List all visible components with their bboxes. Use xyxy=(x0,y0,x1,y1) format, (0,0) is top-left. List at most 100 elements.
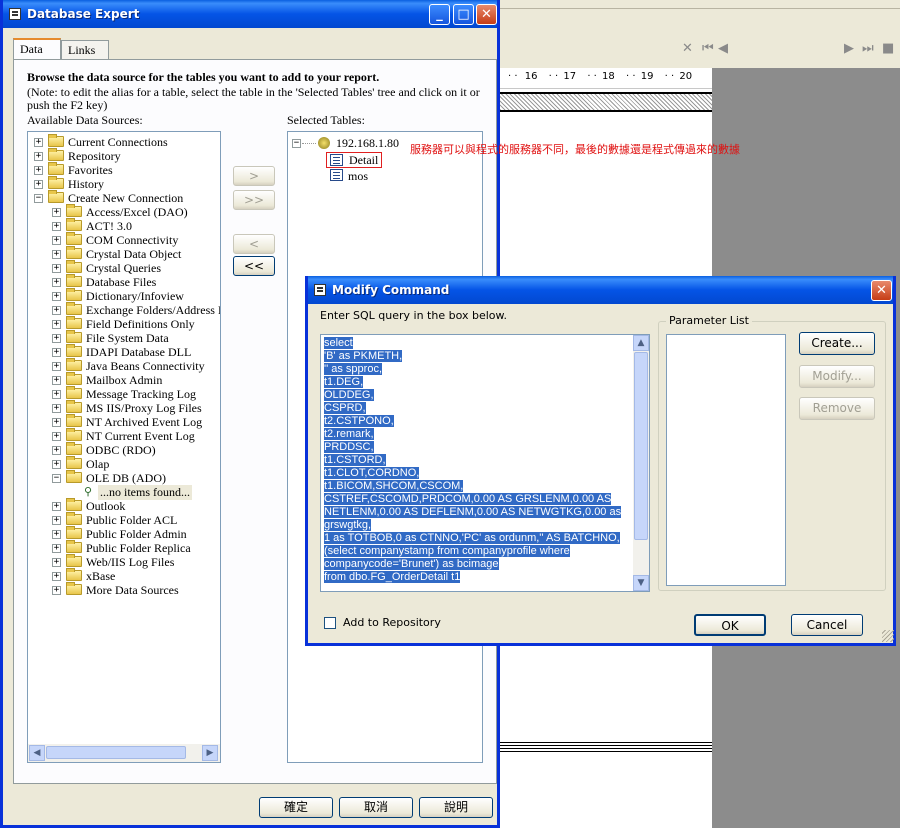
modify-parameter-button[interactable]: Modify... xyxy=(799,365,875,388)
resize-grip-icon[interactable] xyxy=(882,630,894,642)
collapse-icon[interactable]: − xyxy=(292,139,301,148)
scroll-left-icon[interactable]: ◀ xyxy=(29,745,45,761)
maximize-button[interactable]: □ xyxy=(453,4,474,25)
horizontal-scrollbar[interactable]: ◀ ▶ xyxy=(28,744,220,762)
tree-item-label: NT Current Event Log xyxy=(86,429,195,443)
tab-links[interactable]: Links xyxy=(61,40,109,60)
expand-icon[interactable]: + xyxy=(52,320,61,329)
tab-data[interactable]: Data xyxy=(13,38,61,60)
previous-page-icon[interactable]: ◀ xyxy=(718,41,728,56)
expand-icon[interactable]: + xyxy=(52,502,61,511)
close-button[interactable]: ✕ xyxy=(871,280,892,301)
report-navigation-bar: ✕ ⏮ ◀ ▶ ⏭ ■ xyxy=(500,38,900,62)
expand-icon[interactable]: + xyxy=(52,264,61,273)
next-page-icon[interactable]: ▶ xyxy=(844,41,854,56)
ruler-label: 18 xyxy=(602,71,615,82)
scroll-down-icon[interactable]: ▼ xyxy=(633,575,649,591)
stop-icon[interactable]: ■ xyxy=(882,41,894,56)
add-to-repository-checkbox[interactable] xyxy=(324,617,336,629)
expand-icon[interactable]: + xyxy=(52,586,61,595)
last-page-icon[interactable]: ⏭ xyxy=(862,41,874,56)
vertical-scrollbar[interactable]: ▲ ▼ xyxy=(633,335,649,591)
expand-icon[interactable]: + xyxy=(52,376,61,385)
add-to-repository-label: Add to Repository xyxy=(343,616,441,629)
folder-icon xyxy=(66,526,82,539)
create-parameter-button[interactable]: Create... xyxy=(799,332,875,355)
tree-item-label: Create New Connection xyxy=(68,191,184,205)
expand-icon[interactable]: + xyxy=(52,236,61,245)
expand-icon[interactable]: + xyxy=(52,222,61,231)
sql-instruction: Enter SQL query in the box below. xyxy=(320,309,508,322)
expand-icon[interactable]: + xyxy=(34,166,43,175)
ok-button[interactable]: 確定 xyxy=(259,797,333,818)
expand-icon[interactable]: + xyxy=(52,292,61,301)
expand-icon[interactable]: + xyxy=(52,460,61,469)
ok-button[interactable]: OK xyxy=(694,614,766,636)
expand-icon[interactable]: + xyxy=(52,278,61,287)
expand-icon[interactable]: + xyxy=(52,250,61,259)
expand-icon[interactable]: + xyxy=(52,530,61,539)
expand-icon[interactable]: + xyxy=(34,180,43,189)
sql-query-input[interactable]: select 'B' as PKMETH, '' as spproc, t1.DEG,… xyxy=(320,334,650,592)
expand-icon[interactable]: + xyxy=(52,348,61,357)
folder-icon xyxy=(66,400,82,413)
window-app-icon xyxy=(9,8,21,20)
expand-icon[interactable]: + xyxy=(52,208,61,217)
tree-item-label: More Data Sources xyxy=(86,583,179,597)
folder-icon xyxy=(66,470,82,483)
cancel-button[interactable]: Cancel xyxy=(791,614,863,636)
add-all-tables-button[interactable]: >> xyxy=(233,190,275,210)
sql-line: t1.BICOM,SHCOM,CSCOM, xyxy=(324,480,464,492)
remove-all-tables-button[interactable]: << xyxy=(233,256,275,276)
remove-table-button[interactable]: < xyxy=(233,234,275,254)
available-data-sources-tree[interactable]: + Current Connections + Repository + Favorite… xyxy=(27,131,221,763)
tree-item-label: Public Folder Replica xyxy=(86,541,191,555)
expand-icon[interactable]: + xyxy=(34,152,43,161)
collapse-icon[interactable]: − xyxy=(34,194,43,203)
sql-line: (select companystamp from companyprofile… xyxy=(324,545,570,557)
scroll-thumb[interactable] xyxy=(634,352,648,540)
first-page-icon[interactable]: ⏮ xyxy=(702,41,714,56)
expand-icon[interactable]: + xyxy=(52,446,61,455)
expand-icon[interactable]: + xyxy=(52,404,61,413)
minimize-button[interactable]: _ xyxy=(429,4,450,25)
expand-icon[interactable]: + xyxy=(52,334,61,343)
remove-parameter-button[interactable]: Remove xyxy=(799,397,875,420)
parameter-list[interactable] xyxy=(666,334,786,586)
expand-icon[interactable]: + xyxy=(34,138,43,147)
modify-command-titlebar[interactable]: Modify Command ✕ xyxy=(308,276,893,304)
sql-line: 'B' as PKMETH, xyxy=(324,350,403,362)
expand-icon[interactable]: + xyxy=(52,516,61,525)
ruler-label: 17 xyxy=(563,71,577,82)
folder-icon xyxy=(66,386,82,399)
cancel-button[interactable]: 取消 xyxy=(339,797,413,818)
dialog-title: Modify Command xyxy=(332,283,450,297)
expand-icon[interactable]: + xyxy=(52,432,61,441)
expand-icon[interactable]: + xyxy=(52,362,61,371)
scroll-right-icon[interactable]: ▶ xyxy=(202,745,218,761)
expand-icon[interactable]: + xyxy=(52,306,61,315)
scroll-thumb[interactable] xyxy=(46,746,186,759)
help-button[interactable]: 說明 xyxy=(419,797,493,818)
expand-icon[interactable]: + xyxy=(52,418,61,427)
collapse-icon[interactable]: − xyxy=(52,474,61,483)
sql-line: companycode='Brunet') as bcimage xyxy=(324,558,499,570)
close-button[interactable]: ✕ xyxy=(476,4,497,25)
expand-icon[interactable]: + xyxy=(52,572,61,581)
ruler: · · 16 · · 17 · · 18 · · 19 · · 20 xyxy=(500,68,712,89)
tree-item-label: COM Connectivity xyxy=(86,233,179,247)
expand-icon[interactable]: + xyxy=(52,558,61,567)
database-icon xyxy=(318,137,330,149)
database-expert-titlebar[interactable]: Database Expert _ □ ✕ xyxy=(3,0,497,28)
sql-line: select xyxy=(324,337,353,349)
folder-icon xyxy=(66,302,82,315)
background-toolbar xyxy=(500,0,900,9)
scroll-up-icon[interactable]: ▲ xyxy=(633,335,649,351)
close-icon[interactable]: ✕ xyxy=(682,41,693,56)
expand-icon[interactable]: + xyxy=(52,544,61,553)
sql-line: t1.DEG, xyxy=(324,376,364,388)
expand-icon[interactable]: + xyxy=(52,390,61,399)
add-table-button[interactable]: > xyxy=(233,166,275,186)
ruler-label: 19 xyxy=(640,71,654,82)
table-node-detail[interactable]: Detail xyxy=(326,152,382,168)
